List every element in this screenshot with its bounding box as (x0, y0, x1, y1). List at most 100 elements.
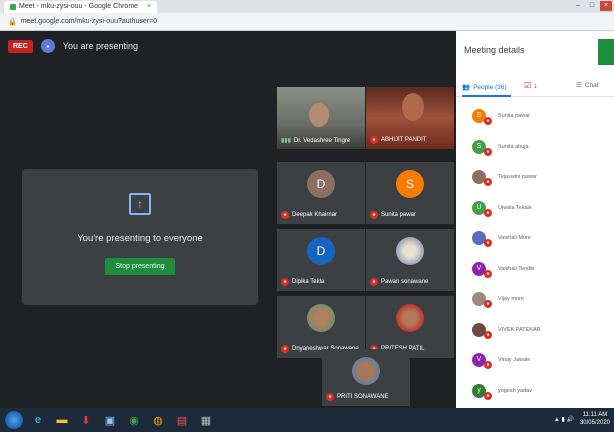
panel-title: Meeting details (464, 45, 525, 55)
minimize-button[interactable]: – (572, 1, 584, 11)
participant-name: ABHIJIT PANDIT (381, 137, 427, 143)
mic-off-icon: ● (484, 330, 492, 339)
file-explorer-icon[interactable]: ▬ (52, 411, 72, 429)
speaking-icon: ▮▮▮ (281, 138, 291, 144)
firefox-icon[interactable]: ◍ (148, 411, 168, 429)
participant-tile[interactable]: D ● Dipika Tekla (277, 229, 365, 291)
participant-video (309, 103, 329, 127)
browser-tab[interactable]: Meet - mku-zysi-ouu - Google Chrome × (4, 0, 158, 13)
participant-row[interactable]: ● Tejaswini pawar (456, 162, 614, 193)
participant-row[interactable]: ● Vaishali More (456, 223, 614, 254)
mic-off-icon: ● (484, 361, 492, 370)
participant-tile[interactable]: D ● Deepak Khairnar (277, 162, 365, 224)
app-icon[interactable]: ▤ (172, 411, 192, 429)
add-people-icon[interactable]: ☑ ↓ (524, 81, 537, 90)
avatar: D (307, 170, 335, 198)
mic-off-icon: ● (484, 391, 492, 400)
close-tab-icon[interactable]: × (147, 3, 151, 10)
participant-name: Vaishali Tendle (498, 265, 535, 272)
tab-title: Meet - mku-zysi-ouu - Google Chrome (19, 3, 139, 10)
tray-icons[interactable]: ▲ ▮ 🔊 (554, 416, 574, 423)
chrome-icon[interactable]: ◉ (124, 411, 144, 429)
avatar-letter: U (476, 203, 482, 211)
url-text: meet.google.com/mku-zysi-ouu?authuser=0 (20, 18, 158, 25)
participant-tile[interactable]: ● ABHIJIT PANDIT (366, 87, 454, 149)
participant-row[interactable]: ● Vijay more (456, 284, 614, 315)
system-tray: ▲ ▮ 🔊 11:11 AM 30/05/2020 (554, 411, 610, 427)
participant-row[interactable]: U ● Ujwala Tekale (456, 193, 614, 224)
mic-off-icon: ● (326, 393, 334, 401)
close-window-button[interactable]: × (600, 1, 612, 11)
avatar: ● (472, 231, 492, 248)
clock-time: 11:11 AM (582, 412, 608, 418)
mic-off-icon: ● (484, 239, 492, 248)
avatar: ● (472, 170, 492, 187)
meeting-details-panel: Meeting details 👥 People (36) ☑ ↓ ☰ Chat… (456, 31, 614, 408)
panel-tabs: 👥 People (36) ☑ ↓ ☰ Chat (456, 77, 614, 97)
media-player-icon[interactable]: ▣ (100, 411, 120, 429)
clock[interactable]: 11:11 AM 30/05/2020 (580, 411, 610, 427)
clock-date: 30/05/2020 (579, 420, 610, 426)
avatar: V ● (472, 353, 492, 370)
address-bar[interactable]: 🔒 meet.google.com/mku-zysi-ouu?authuser=… (0, 13, 614, 31)
mic-off-icon: ● (484, 147, 492, 156)
avatar: U ● (472, 200, 492, 217)
stop-presenting-button[interactable]: Stop presenting (105, 258, 175, 275)
avatar: ● (472, 322, 492, 339)
avatar (396, 237, 424, 265)
download-icon[interactable]: ⬇ (76, 411, 96, 429)
people-tab-label: People (36) (473, 83, 507, 91)
mic-off-icon: ● (484, 208, 492, 217)
avatar (396, 304, 424, 332)
mic-off-icon: ● (484, 178, 492, 187)
mic-off-icon: ● (484, 117, 492, 126)
presenting-message: You're presenting to everyone (77, 233, 203, 244)
participant-name: Vinay Jawale (498, 357, 531, 364)
participant-row[interactable]: ● VIVEK PATEKAR (456, 315, 614, 346)
participant-tile[interactable]: S ● Sunita pawar (366, 162, 454, 224)
avatar: y ● (472, 383, 492, 400)
windows-start-icon (5, 411, 23, 429)
presenting-card: ↑ You're presenting to everyone Stop pre… (22, 169, 258, 305)
mic-off-icon: ● (281, 345, 289, 353)
participant-name: yogesh yadav (498, 387, 532, 394)
participant-row[interactable]: y ● yogesh yadav (456, 376, 614, 407)
settings-icon[interactable]: ▦ (196, 411, 216, 429)
panel-accent (598, 39, 614, 65)
participant-row[interactable]: S ● Sunita pawar (456, 101, 614, 132)
avatar (307, 304, 335, 332)
tab-people[interactable]: 👥 People (36) (462, 79, 511, 97)
start-button[interactable] (4, 411, 24, 429)
chat-icon: ☰ (576, 82, 582, 89)
participant-row[interactable]: V ● Vaishali Tendle (456, 254, 614, 285)
mic-off-icon: ● (281, 211, 289, 219)
participant-name: Tejaswini pawar (498, 174, 537, 181)
mic-off-icon: ● (484, 300, 492, 309)
participant-name: Dr. Vedashree Tingre (293, 137, 351, 144)
presenting-label: You are presenting (62, 41, 139, 51)
avatar: ● (472, 292, 492, 309)
windows-taskbar: e ▬ ⬇ ▣ ◉ ◍ ▤ ▦ ▲ ▮ 🔊 11:11 AM 30/05/202… (0, 408, 614, 432)
participant-tile[interactable]: ● Pawan sonawane (366, 229, 454, 291)
participant-tile[interactable]: ▮▮▮ Dr. Vedashree Tingre (277, 87, 365, 149)
participant-row[interactable]: S ● Sunita ahuja (456, 132, 614, 163)
meet-top-bar: REC ▪ You are presenting (0, 31, 456, 61)
participant-name: Sunita pawar (498, 113, 531, 120)
screen: Meet - mku-zysi-ouu - Google Chrome × – … (0, 0, 614, 432)
ie-icon[interactable]: e (28, 411, 48, 429)
participant-name: Ujwala Tekale (498, 204, 532, 211)
lock-icon: 🔒 (8, 18, 17, 26)
people-icon: 👥 (462, 84, 471, 91)
maximize-button[interactable]: □ (586, 1, 598, 11)
participant-row[interactable]: V ● Vinay Jawale (456, 345, 614, 376)
mic-off-icon: ● (370, 136, 378, 144)
participant-tile[interactable]: ● PRITI SONAWANE (322, 349, 410, 406)
participant-name: Vaishali More (498, 235, 531, 242)
avatar: D (307, 237, 335, 265)
window-controls: – □ × (572, 1, 612, 11)
avatar: S ● (472, 109, 492, 126)
recording-badge: REC (8, 39, 33, 53)
tab-chat[interactable]: ☰ Chat (576, 81, 599, 90)
participant-name: Dipika Tekla (292, 279, 325, 285)
avatar: V ● (472, 261, 492, 278)
